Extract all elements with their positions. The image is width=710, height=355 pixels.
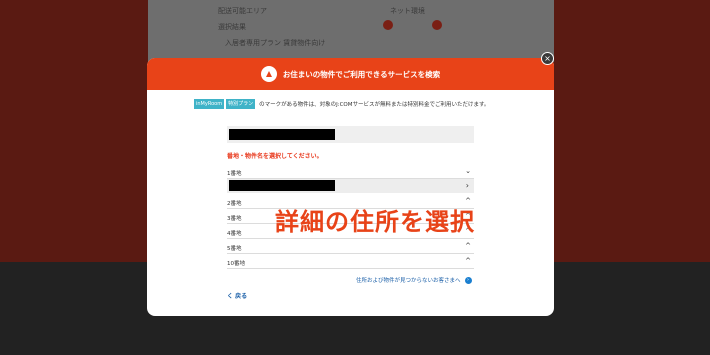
arrow-circle-icon: ›: [464, 276, 472, 284]
address-row-label: 4番地: [227, 231, 242, 237]
redacted-building: [229, 180, 335, 191]
chevron-up-icon: ^: [465, 242, 471, 250]
back-link[interactable]: く 戻る: [227, 291, 247, 300]
address-row-label: 5番地: [227, 246, 242, 252]
chevron-up-icon: ^: [465, 257, 471, 265]
tag-legend: inMyRoom 特別プラン のマークがある物件は、対象のJ:COMサービスが無…: [194, 99, 489, 109]
overlay-caption: 詳細の住所を選択: [275, 208, 475, 236]
chevron-down-icon: ⌄: [465, 167, 471, 175]
background-dot: [383, 20, 393, 30]
address-sub-row[interactable]: ›: [227, 179, 474, 193]
search-modal: お住まいの物件でご利用できるサービスを検索 inMyRoom 特別プラン のマー…: [147, 58, 554, 316]
background-item: 入居者専用プラン 賃貸物件向け: [225, 39, 326, 47]
background-item: ネット環境: [390, 7, 425, 15]
selected-address-field[interactable]: [227, 126, 474, 143]
modal-header: お住まいの物件でご利用できるサービスを検索: [147, 58, 554, 90]
address-row-label: 10番地: [227, 261, 245, 267]
address-row-label: 3番地: [227, 216, 242, 222]
chevron-right-icon: ›: [465, 181, 469, 190]
background-dot: [432, 20, 442, 30]
background-card: [148, 0, 554, 62]
error-message: 番地・物件名を選択してください。: [227, 153, 323, 160]
help-link-label: 住所および物件が見つからないお客さまへ: [356, 278, 461, 284]
background-item: 選択結果: [218, 23, 246, 31]
tag-special-plan: 特別プラン: [226, 99, 256, 109]
background-item: 配送可能エリア: [218, 7, 267, 15]
close-button[interactable]: ×: [541, 52, 554, 65]
address-row-10[interactable]: 10番地 ^: [227, 256, 474, 269]
redacted-address: [229, 129, 335, 140]
help-link[interactable]: 住所および物件が見つからないお客さまへ ›: [356, 276, 472, 284]
tag-note: のマークがある物件は、対象のJ:COMサービスが無料または特別料金でご利用いただ…: [259, 102, 490, 108]
address-row-1[interactable]: 1番地 ⌄: [227, 166, 474, 179]
address-row-label: 2番地: [227, 201, 242, 207]
address-row-5[interactable]: 5番地 ^: [227, 241, 474, 254]
modal-title: お住まいの物件でご利用できるサービスを検索: [282, 69, 441, 79]
address-row-label: 1番地: [227, 171, 242, 177]
tag-inmyroom: inMyRoom: [194, 99, 225, 109]
map-pin-icon: [260, 66, 277, 82]
